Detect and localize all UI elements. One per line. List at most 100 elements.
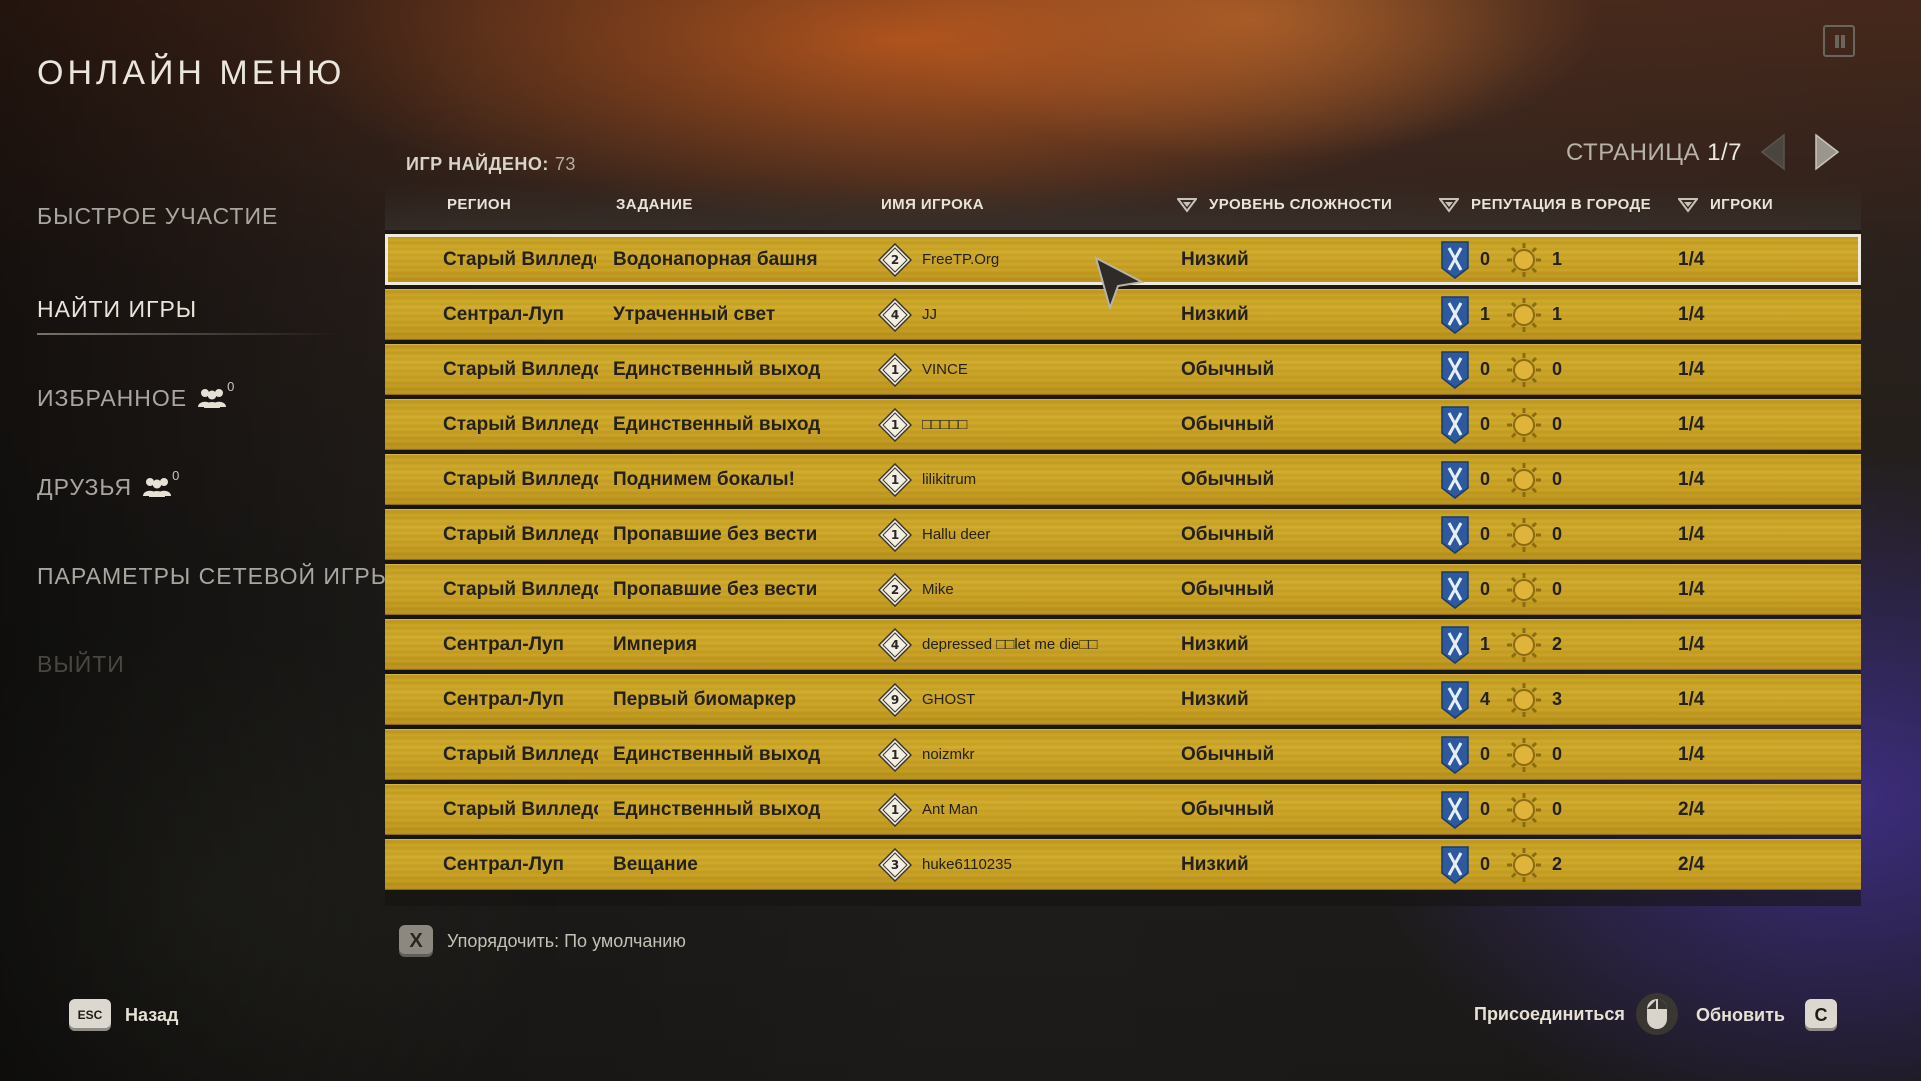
header-mission[interactable]: ЗАДАНИЕ [616, 196, 693, 213]
cell-text-region: Сентрал-Луп [443, 633, 565, 655]
refresh-button[interactable]: Обновить C [1696, 999, 1837, 1031]
sort-icon [1177, 197, 1197, 213]
table-row[interactable]: Старый Вилледо Пропавшие без вести 2 Mik… [385, 564, 1861, 615]
header-difficulty[interactable]: УРОВЕНЬ СЛОЖНОСТИ [1177, 196, 1392, 213]
level-diamond-icon: 3 [878, 847, 913, 882]
cell-text-difficulty: Обычный [1181, 578, 1275, 600]
cell-text-players: 1/4 [1678, 578, 1705, 600]
cell-text-level: 9 [890, 692, 900, 707]
cell-reputation: 0 2 [1440, 839, 1640, 890]
table-body: Старый Вилледор Водонапорная башня 2 Fre… [385, 230, 1861, 906]
key-x-icon: X [399, 925, 433, 957]
cell-text-rep_b: 0 [1551, 469, 1562, 489]
c-key-icon: C [1805, 999, 1837, 1031]
sidebar-item-favorites[interactable]: ИЗБРАННОЕ 0 [37, 379, 235, 412]
cell-text-region: Старый Вилледо [443, 578, 598, 600]
header-region[interactable]: РЕГИОН [447, 196, 511, 213]
cell-reputation: 0 1 [1440, 234, 1640, 285]
cell-mission: Пропавшие без вести [613, 509, 873, 560]
player-name: noizmkr [922, 746, 975, 763]
header-players[interactable]: ИГРОКИ [1678, 196, 1773, 213]
back-button[interactable]: ESC Назад [69, 999, 178, 1031]
table-row[interactable]: Старый Вилледо Единственный выход 1 VINC… [385, 344, 1861, 395]
sun-icon [1507, 297, 1541, 332]
cell-reputation: 0 0 [1440, 344, 1640, 395]
cell-region: Старый Вилледор [443, 234, 596, 285]
cell-player: 3 huke6110235 [878, 839, 1178, 890]
header-label: УРОВЕНЬ СЛОЖНОСТИ [1209, 196, 1393, 213]
cell-text-players: 1/4 [1678, 413, 1705, 435]
pause-icon[interactable] [1823, 25, 1855, 57]
table-row[interactable]: Старый Вилледо Единственный выход 1 noiz… [385, 729, 1861, 780]
sidebar-item-quick-join[interactable]: БЫСТРОЕ УЧАСТИЕ [37, 203, 278, 230]
cell-text-difficulty: Низкий [1181, 248, 1249, 270]
cell-region: Сентрал-Луп [443, 674, 598, 725]
sidebar-item-friends[interactable]: ДРУЗЬЯ 0 [37, 468, 180, 501]
cell-text-difficulty: Обычный [1181, 798, 1275, 820]
cell-text-region: Сентрал-Луп [443, 303, 565, 325]
cell-text-rep_a: 1 [1479, 304, 1490, 324]
player-name: Hallu deer [922, 526, 991, 543]
sort-hint[interactable]: X Упорядочить: По умолчанию [399, 925, 686, 957]
cell-player: 1 Ant Man [878, 784, 1178, 835]
cell-text-players: 1/4 [1678, 523, 1705, 545]
sidebar-item-find-games[interactable]: НАЙТИ ИГРЫ [37, 296, 197, 323]
cell-text-region: Сентрал-Луп [443, 853, 565, 875]
cell-player: 1 VINCE [878, 344, 1178, 395]
cell-text-mission: Единственный выход [613, 358, 821, 380]
table-row[interactable]: Старый Вилледо Единственный выход 1 Ant … [385, 784, 1861, 835]
cell-text-rep_a: 1 [1479, 634, 1490, 654]
cell-player: 9 GHOST [878, 674, 1178, 725]
cell-text-difficulty: Низкий [1181, 633, 1249, 655]
games-found-label: ИГР НАЙДЕНО: [406, 154, 549, 174]
cell-text-rep_b: 0 [1551, 799, 1562, 819]
cell-players: 1/4 [1678, 234, 1758, 285]
table-row[interactable]: Старый Вилледо Пропавшие без вести 1 Hal… [385, 509, 1861, 560]
cell-text-mission: Единственный выход [613, 798, 821, 820]
cell-mission: Водонапорная башня [613, 234, 873, 285]
sidebar-item-network-settings[interactable]: ПАРАМЕТРЫ СЕТЕВОЙ ИГРЫ [37, 563, 392, 590]
cell-region: Старый Вилледо [443, 509, 598, 560]
level-diamond-icon: 1 [878, 517, 913, 552]
cell-player: 1 Hallu deer [878, 509, 1178, 560]
cell-mission: Утраченный свет [613, 289, 873, 340]
active-underline [37, 333, 337, 335]
header-reputation[interactable]: РЕПУТАЦИЯ В ГОРОДЕ [1439, 196, 1651, 213]
player-name: GHOST [922, 691, 976, 708]
cell-region: Сентрал-Луп [443, 619, 598, 670]
cell-text-level: 1 [890, 417, 900, 432]
table-row[interactable]: Сентрал-Луп Первый биомаркер 9 GHOST Низ… [385, 674, 1861, 725]
sun-icon [1507, 737, 1541, 772]
cell-difficulty: Обычный [1181, 454, 1381, 505]
shield-icon [1441, 240, 1469, 279]
cell-text-rep_b: 0 [1551, 359, 1562, 379]
cell-reputation: 0 0 [1440, 564, 1640, 615]
join-button[interactable]: Присоединиться [1474, 992, 1679, 1036]
cell-player: 2 Mike [878, 564, 1178, 615]
table-row[interactable]: Старый Вилледо Поднимем бокалы! 1 liliki… [385, 454, 1861, 505]
cursor-icon [1094, 256, 1144, 310]
cell-mission: Единственный выход [613, 344, 873, 395]
cell-text-level: 1 [890, 362, 900, 377]
cell-reputation: 1 2 [1440, 619, 1640, 670]
pager-page: 1/7 [1707, 139, 1742, 166]
cell-text-rep_a: 0 [1479, 469, 1490, 489]
arrow-right-icon[interactable] [1810, 131, 1844, 173]
table-row[interactable]: Сентрал-Луп Вещание 3 huke6110235 Низкий… [385, 839, 1861, 890]
page-title: ОНЛАЙН МЕНЮ [37, 54, 346, 92]
cell-text-level: 1 [890, 747, 900, 762]
arrow-left-icon[interactable] [1756, 131, 1790, 173]
table-row[interactable]: Сентрал-Луп Империя 4 depressed □□let me… [385, 619, 1861, 670]
cell-players: 1/4 [1678, 454, 1758, 505]
sidebar-item-exit[interactable]: ВЫЙТИ [37, 651, 125, 678]
header-player[interactable]: ИМЯ ИГРОКА [881, 196, 984, 213]
cell-reputation: 0 0 [1440, 399, 1640, 450]
player-name: lilikitrum [922, 471, 977, 488]
sort-icon [1678, 197, 1698, 213]
table-row[interactable]: Старый Вилледо Единственный выход 1 □□□□… [385, 399, 1861, 450]
friends-count: 0 [172, 468, 181, 483]
cell-text-players: 1/4 [1678, 303, 1705, 325]
cell-reputation: 1 1 [1440, 289, 1640, 340]
cell-text-difficulty: Обычный [1181, 468, 1275, 490]
cell-text-difficulty: Низкий [1181, 853, 1249, 875]
